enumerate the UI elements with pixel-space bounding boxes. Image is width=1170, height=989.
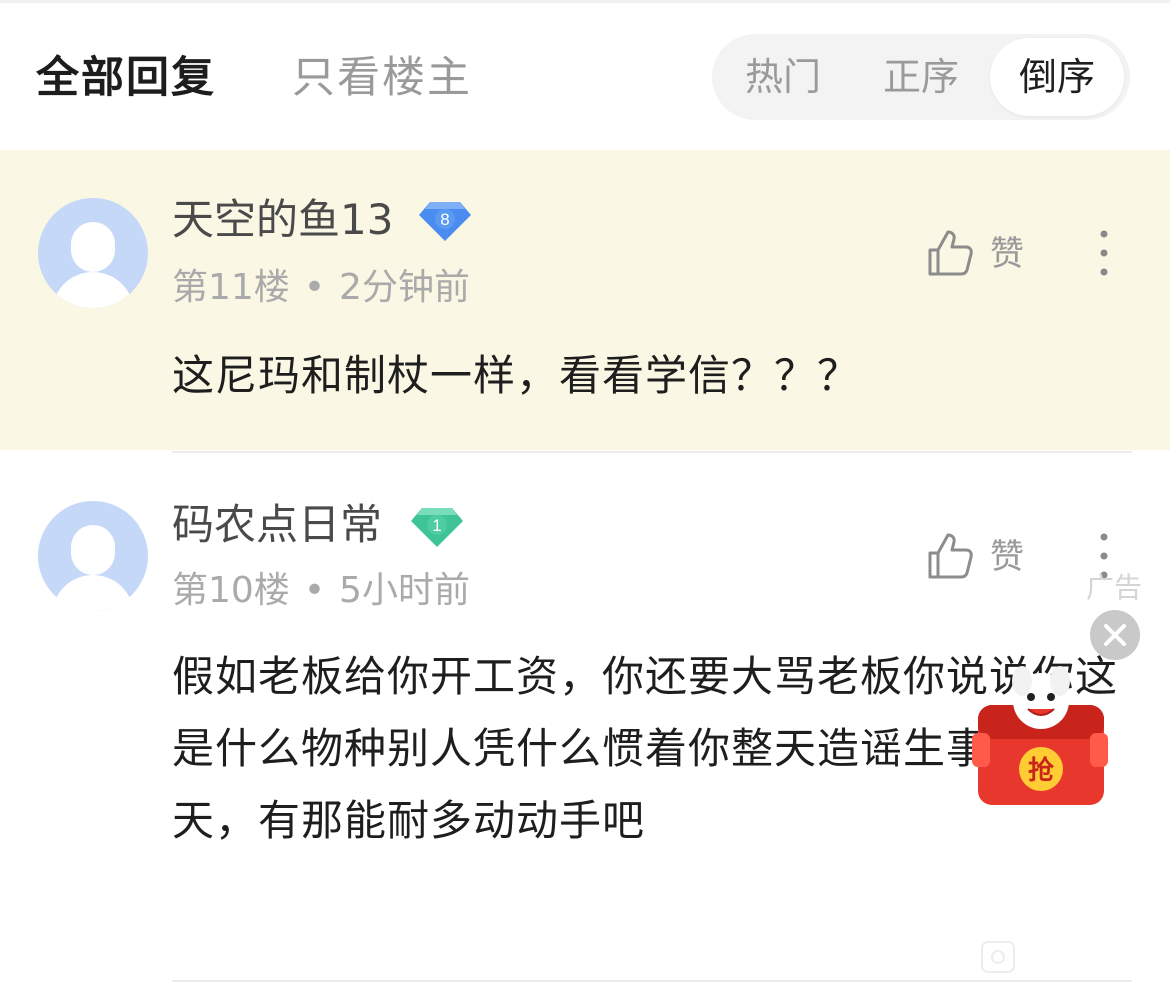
more-vertical-icon[interactable] [1096,228,1112,278]
thumbs-up-icon[interactable] [926,228,974,278]
floor-number: 第11楼 [172,267,290,308]
comment-username[interactable]: 码农点日常 [172,497,382,553]
post-time: 2分钟前 [339,267,470,308]
comment-meta: 第10楼 • 5小时前 [172,570,470,611]
tab-all-replies[interactable]: 全部回复 [36,48,216,108]
comment-item: 天空的鱼13 8 第11楼 • 2分钟前 赞 这尼玛和制杖一样，看看学信？？？ [0,150,1170,450]
like-label[interactable]: 赞 [990,230,1024,278]
comment-divider [172,980,1132,982]
like-label[interactable]: 赞 [990,533,1024,581]
sort-hot-option[interactable]: 热门 [734,34,832,120]
tab-op-only[interactable]: 只看楼主 [292,48,472,108]
diamond-level-badge-icon: 1 [411,508,463,547]
ad-label: 广告 [1086,571,1143,604]
reply-header: 全部回复 只看楼主 热门 正序 倒序 [0,0,1170,150]
thumbs-up-icon[interactable] [926,531,974,581]
diamond-level-badge-icon: 8 [419,202,471,241]
badge-level-number: 8 [440,210,449,229]
user-avatar[interactable] [38,198,148,308]
user-avatar[interactable] [38,501,148,611]
close-icon [1104,624,1126,646]
red-packet-text: 抢 [1028,755,1055,786]
comment-divider [172,451,1132,453]
comment-username[interactable]: 天空的鱼13 [172,192,393,248]
floor-number: 第10楼 [172,570,290,611]
badge-level-number: 1 [432,516,441,535]
red-packet-ad-icon[interactable]: 抢 [970,665,1112,811]
comment-meta: 第11楼 • 2分钟前 [172,267,470,308]
comment-text: 这尼玛和制杖一样，看看学信？？？ [172,351,861,400]
post-time: 5小时前 [339,570,470,611]
ad-close-button[interactable] [1090,610,1140,660]
sort-descending-option[interactable]: 倒序 [990,38,1124,116]
watermark-icon [981,941,1015,973]
sort-segmented-control: 热门 正序 倒序 [712,34,1130,120]
sort-ascending-option[interactable]: 正序 [872,34,970,120]
